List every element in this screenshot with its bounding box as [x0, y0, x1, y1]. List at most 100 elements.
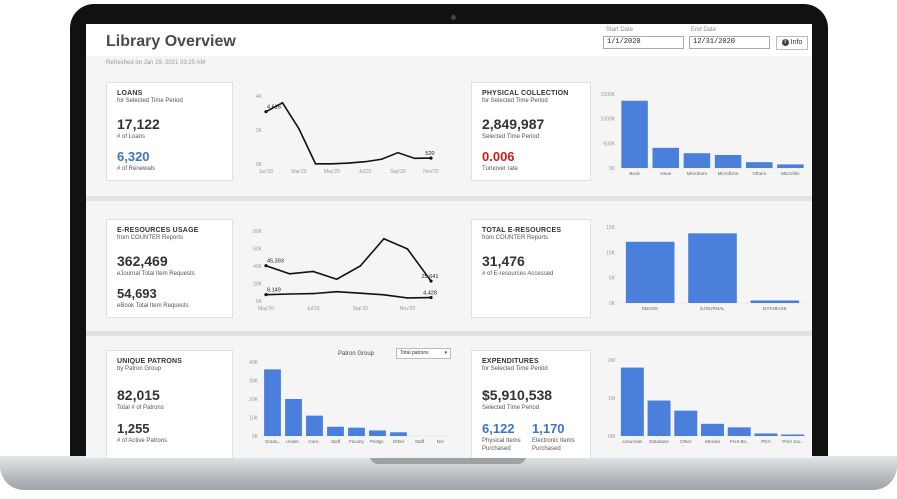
- refresh-timestamp: Refreshed on Jan 29, 2021 03:25 AM: [106, 60, 206, 66]
- expend-title: EXPENDITURES: [482, 358, 539, 365]
- x-tick-label: Jul'20: [307, 306, 320, 312]
- ebook-count-label: eBook Total Item Requests: [117, 303, 189, 309]
- x-tick-label: Com..: [308, 439, 320, 444]
- y-tick-label: 0K: [256, 162, 263, 168]
- data-point: [397, 151, 399, 154]
- end-date-input[interactable]: 12/31/2020: [689, 36, 770, 49]
- x-tick-label: Book: [629, 171, 640, 176]
- data-point: [359, 265, 362, 267]
- patron-type-dropdown[interactable]: Total patrons ▾: [396, 348, 451, 359]
- page-title: Library Overview: [106, 33, 236, 50]
- data-point: [335, 290, 338, 293]
- data-label: 25,641: [422, 274, 439, 280]
- x-tick-label: Nov'20: [423, 169, 439, 175]
- x-tick-label: Nov'20: [400, 306, 416, 312]
- total-eres-count-label: # of E-resources Accessed: [482, 271, 554, 277]
- loans-subtitle: for Selected Time Period: [117, 98, 183, 104]
- bar: [285, 399, 302, 436]
- bar: [688, 233, 737, 303]
- x-tick-label: Postgr..: [370, 439, 386, 444]
- patrons-total: 82,015: [117, 387, 160, 403]
- y-tick-label: 2K: [256, 128, 263, 134]
- x-tick-label: Gradu..: [265, 439, 280, 444]
- eres-subtitle: from COUNTER Reports: [117, 235, 184, 241]
- x-tick-label: Microform: [687, 171, 708, 176]
- active-patrons: 1,255: [117, 421, 150, 436]
- bar: [750, 300, 800, 303]
- data-point: [331, 162, 333, 165]
- y-tick-label: 1500K: [601, 92, 616, 98]
- info-button[interactable]: i Info: [776, 36, 808, 50]
- data-point: [413, 157, 416, 160]
- end-date-label: End Date: [691, 27, 717, 33]
- x-tick-label: eBooks: [705, 439, 721, 444]
- physical-purchased-label2: Purchased: [482, 446, 511, 452]
- bar: [306, 415, 323, 436]
- patrons-subtitle: by Patron Group: [117, 366, 162, 372]
- x-tick-label: DATABASE: [763, 306, 787, 311]
- data-point: [312, 270, 314, 273]
- physical-count-label: Selected Time Period: [482, 134, 540, 140]
- ejournal-count-label: eJournal Total Item Requests: [117, 271, 195, 277]
- x-tick-label: May'20: [324, 169, 340, 175]
- patrons-title: UNIQUE PATRONS: [117, 358, 183, 365]
- eres-title: E-RESOURCES USAGE: [117, 227, 199, 234]
- camera-icon: [451, 15, 456, 20]
- bar: [647, 400, 671, 436]
- bar: [620, 367, 644, 436]
- electronic-purchased-label: Electronic Items: [532, 438, 575, 444]
- info-icon: i: [781, 38, 789, 46]
- expend-subtitle: for Selected Time Period: [482, 366, 548, 372]
- bar: [348, 427, 365, 436]
- x-tick-label: Sep'20: [353, 306, 369, 312]
- data-point: [298, 128, 300, 130]
- ebook-count: 54,693: [117, 286, 157, 301]
- bar: [625, 241, 675, 303]
- series-line: [265, 101, 432, 165]
- physical-purchased-label: Physical Items: [482, 438, 521, 444]
- start-date-label: Start Date: [606, 27, 634, 33]
- data-point: [288, 272, 291, 275]
- y-tick-label: 4K: [256, 94, 263, 100]
- x-tick-label: May'20: [258, 306, 274, 312]
- x-tick-label: Microfilm: [781, 171, 800, 176]
- y-tick-label: 1M: [608, 396, 615, 402]
- x-tick-label: Sep'20: [390, 169, 406, 175]
- start-date-input[interactable]: 1/1/2020: [603, 36, 684, 49]
- data-label: 8,149: [267, 288, 281, 294]
- physical-collection-bar-chart: 0K 500K 1000K 1500K Book Issue Microform Microf…: [601, 92, 806, 176]
- x-tick-label: Database: [649, 439, 669, 444]
- x-tick-label: EBOOK: [642, 306, 659, 311]
- x-tick-label: Staff: [415, 439, 425, 444]
- loans-card: LOANS for Selected Time Period 17,122 # …: [106, 82, 233, 181]
- data-label: 4,428: [423, 291, 437, 297]
- x-tick-label: Print Bo..: [730, 439, 749, 444]
- bar: [714, 154, 742, 168]
- chart-title: Patron Group: [338, 351, 375, 357]
- bar: [727, 427, 751, 436]
- loans-count: 17,122: [117, 116, 160, 132]
- bar: [369, 430, 386, 436]
- x-tick-label: N/A: [437, 439, 446, 444]
- x-tick-label: EJOURNAL: [700, 306, 725, 311]
- dashboard-screen: Library Overview Start Date 1/1/2020 End…: [86, 24, 812, 458]
- turnover-rate: 0.006: [482, 149, 515, 164]
- y-tick-label: 10K: [606, 250, 616, 256]
- y-tick-label: 0K: [252, 434, 259, 440]
- electronic-purchased-count: 1,170: [532, 421, 565, 436]
- data-point: [335, 278, 338, 281]
- row-divider: [86, 196, 812, 201]
- x-tick-label: Others: [752, 171, 766, 176]
- data-point: [312, 292, 314, 295]
- data-point: [347, 162, 350, 164]
- expend-total-label: Selected Time Period: [482, 405, 540, 411]
- bar: [264, 369, 281, 436]
- y-tick-label: 5K: [609, 276, 616, 282]
- x-tick-label: Mar'20: [291, 169, 306, 175]
- bar: [777, 164, 804, 168]
- loans-title: LOANS: [117, 90, 143, 97]
- series-line: [265, 237, 432, 282]
- y-tick-label: 2M: [608, 358, 615, 364]
- loans-count-label: # of Loans: [117, 134, 146, 140]
- data-point: [288, 293, 291, 295]
